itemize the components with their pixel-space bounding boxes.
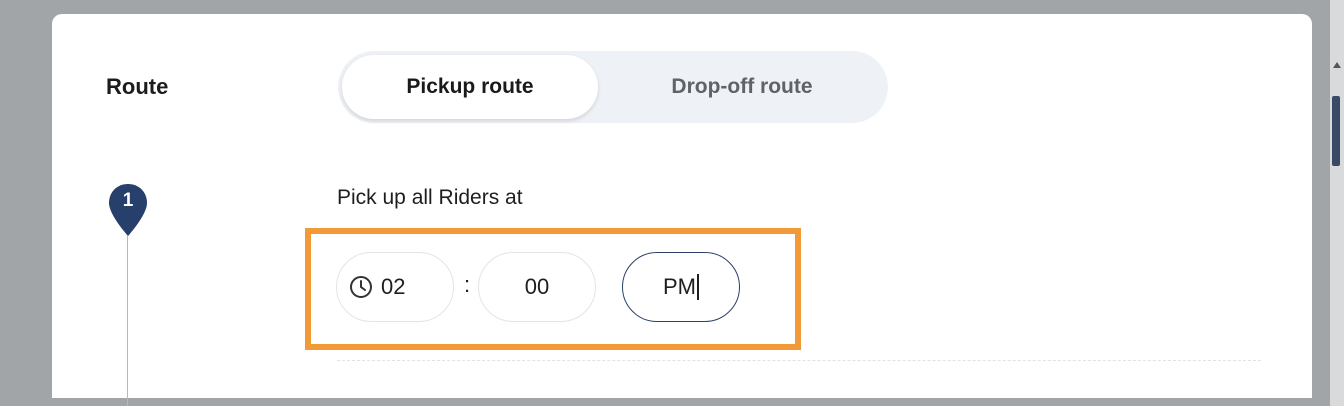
route-card: Route Pickup route Drop-off route 1 Pick… bbox=[52, 14, 1312, 406]
hour-input[interactable]: 02 bbox=[336, 252, 454, 322]
dropoff-route-tab[interactable]: Drop-off route bbox=[606, 55, 878, 119]
time-separator: : bbox=[463, 272, 471, 297]
minute-value: 00 bbox=[524, 274, 550, 299]
minute-input[interactable]: 00 bbox=[478, 252, 596, 322]
window-scrollbar[interactable] bbox=[1330, 0, 1344, 406]
scroll-thumb[interactable] bbox=[1332, 96, 1340, 166]
text-caret bbox=[697, 274, 699, 300]
clock-icon bbox=[349, 275, 373, 299]
route-label: Route bbox=[106, 74, 169, 99]
scroll-up-arrow-icon[interactable] bbox=[1333, 62, 1341, 68]
route-toggle: Pickup route Drop-off route bbox=[338, 51, 888, 123]
ampm-input[interactable]: PM bbox=[622, 252, 740, 322]
step-number: 1 bbox=[122, 190, 134, 211]
step-title: Pick up all Riders at bbox=[337, 186, 523, 209]
ampm-value: PM bbox=[663, 274, 696, 299]
hour-value: 02 bbox=[381, 274, 406, 299]
section-divider bbox=[337, 360, 1261, 361]
timeline-line bbox=[127, 236, 128, 406]
pickup-route-tab[interactable]: Pickup route bbox=[342, 55, 598, 119]
map-pin-icon: 1 bbox=[108, 182, 148, 238]
